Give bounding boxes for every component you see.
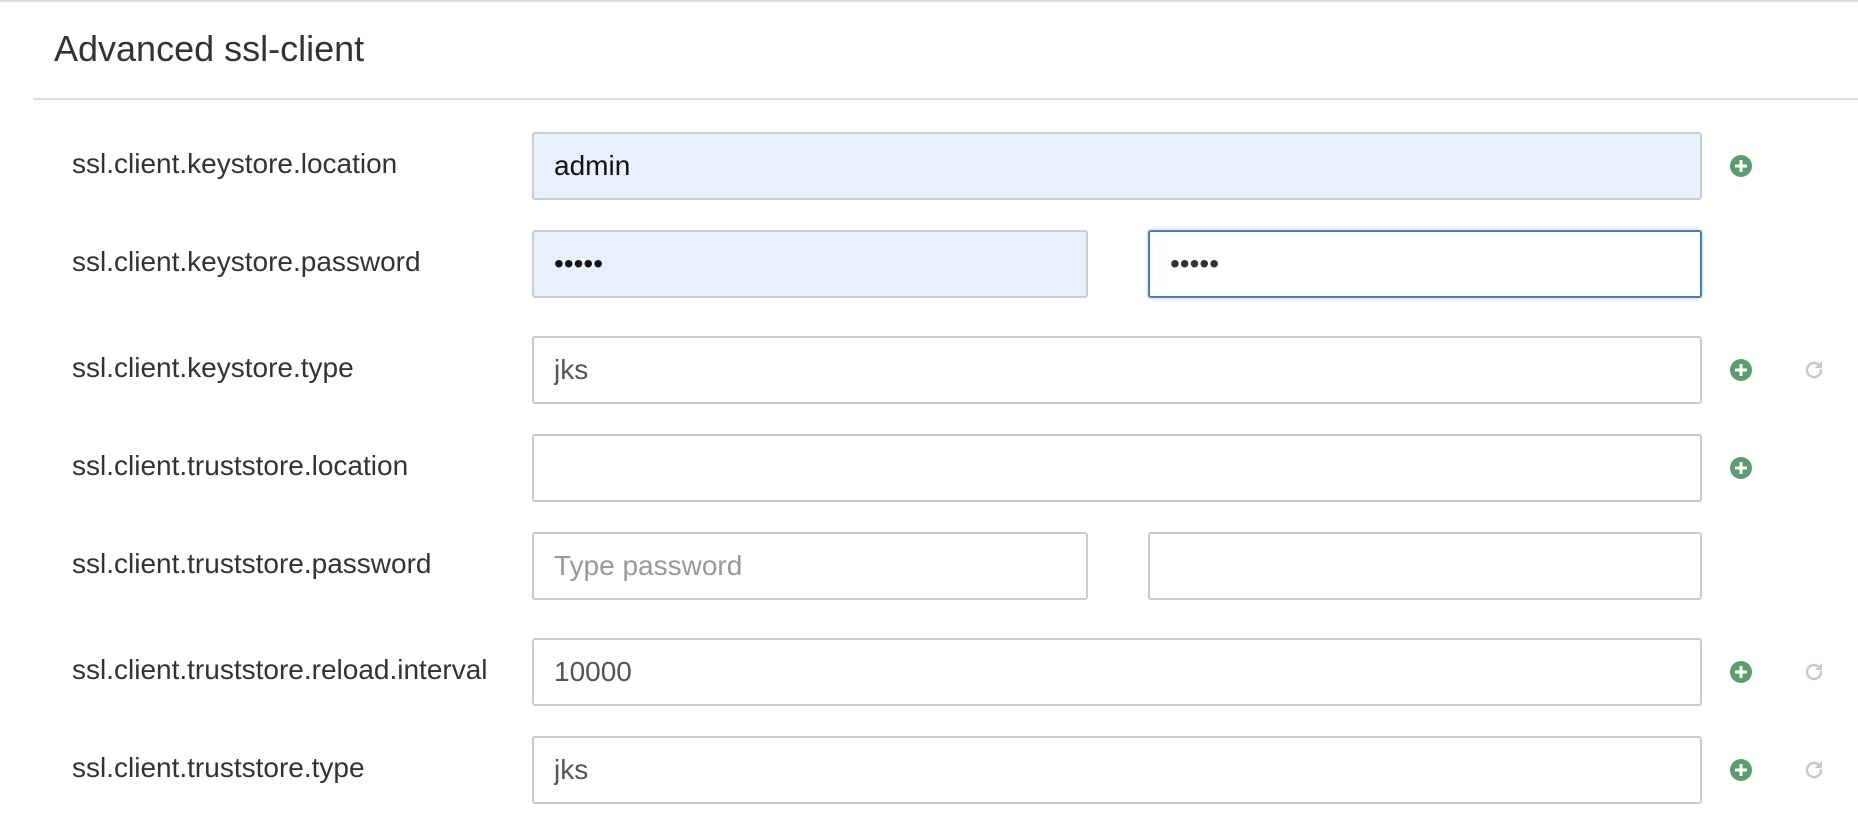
keystore-password-input[interactable] xyxy=(532,230,1088,298)
refresh-icon[interactable] xyxy=(1802,358,1826,382)
panel-title: Advanced ssl-client xyxy=(54,28,365,69)
keystore-type-input[interactable] xyxy=(532,336,1702,404)
property-label: ssl.client.keystore.password xyxy=(72,246,421,277)
property-label: ssl.client.truststore.location xyxy=(72,450,409,481)
config-row-keystore-password: ssl.client.keystore.password xyxy=(0,230,1858,298)
config-row-keystore-type: ssl.client.keystore.type xyxy=(0,336,1858,404)
truststore-reload-interval-input[interactable] xyxy=(532,638,1702,706)
property-label: ssl.client.truststore.password xyxy=(72,548,432,579)
truststore-password-input[interactable] xyxy=(532,532,1088,600)
config-row-truststore-reload-interval: ssl.client.truststore.reload.interval xyxy=(0,638,1858,706)
property-label: ssl.client.keystore.location xyxy=(72,148,398,179)
refresh-icon[interactable] xyxy=(1802,660,1826,684)
plus-circle-icon[interactable] xyxy=(1729,456,1753,480)
truststore-type-input[interactable] xyxy=(532,736,1702,804)
config-row-truststore-password: ssl.client.truststore.password xyxy=(0,532,1858,600)
config-row-truststore-type: ssl.client.truststore.type xyxy=(0,736,1858,804)
plus-circle-icon[interactable] xyxy=(1729,758,1753,782)
refresh-icon[interactable] xyxy=(1802,758,1826,782)
truststore-password-confirm-input[interactable] xyxy=(1148,532,1702,600)
config-row-keystore-location: ssl.client.keystore.location xyxy=(0,132,1858,200)
panel-header: Advanced ssl-client xyxy=(33,2,1858,100)
property-label: ssl.client.truststore.reload.interval xyxy=(72,654,488,685)
truststore-location-input[interactable] xyxy=(532,434,1702,502)
plus-circle-icon[interactable] xyxy=(1729,358,1753,382)
plus-circle-icon[interactable] xyxy=(1729,660,1753,684)
property-label: ssl.client.truststore.type xyxy=(72,752,365,783)
plus-circle-icon[interactable] xyxy=(1729,154,1753,178)
property-label: ssl.client.keystore.type xyxy=(72,352,354,383)
config-row-truststore-location: ssl.client.truststore.location xyxy=(0,434,1858,502)
keystore-location-input[interactable] xyxy=(532,132,1702,200)
keystore-password-confirm-input[interactable] xyxy=(1148,230,1702,298)
